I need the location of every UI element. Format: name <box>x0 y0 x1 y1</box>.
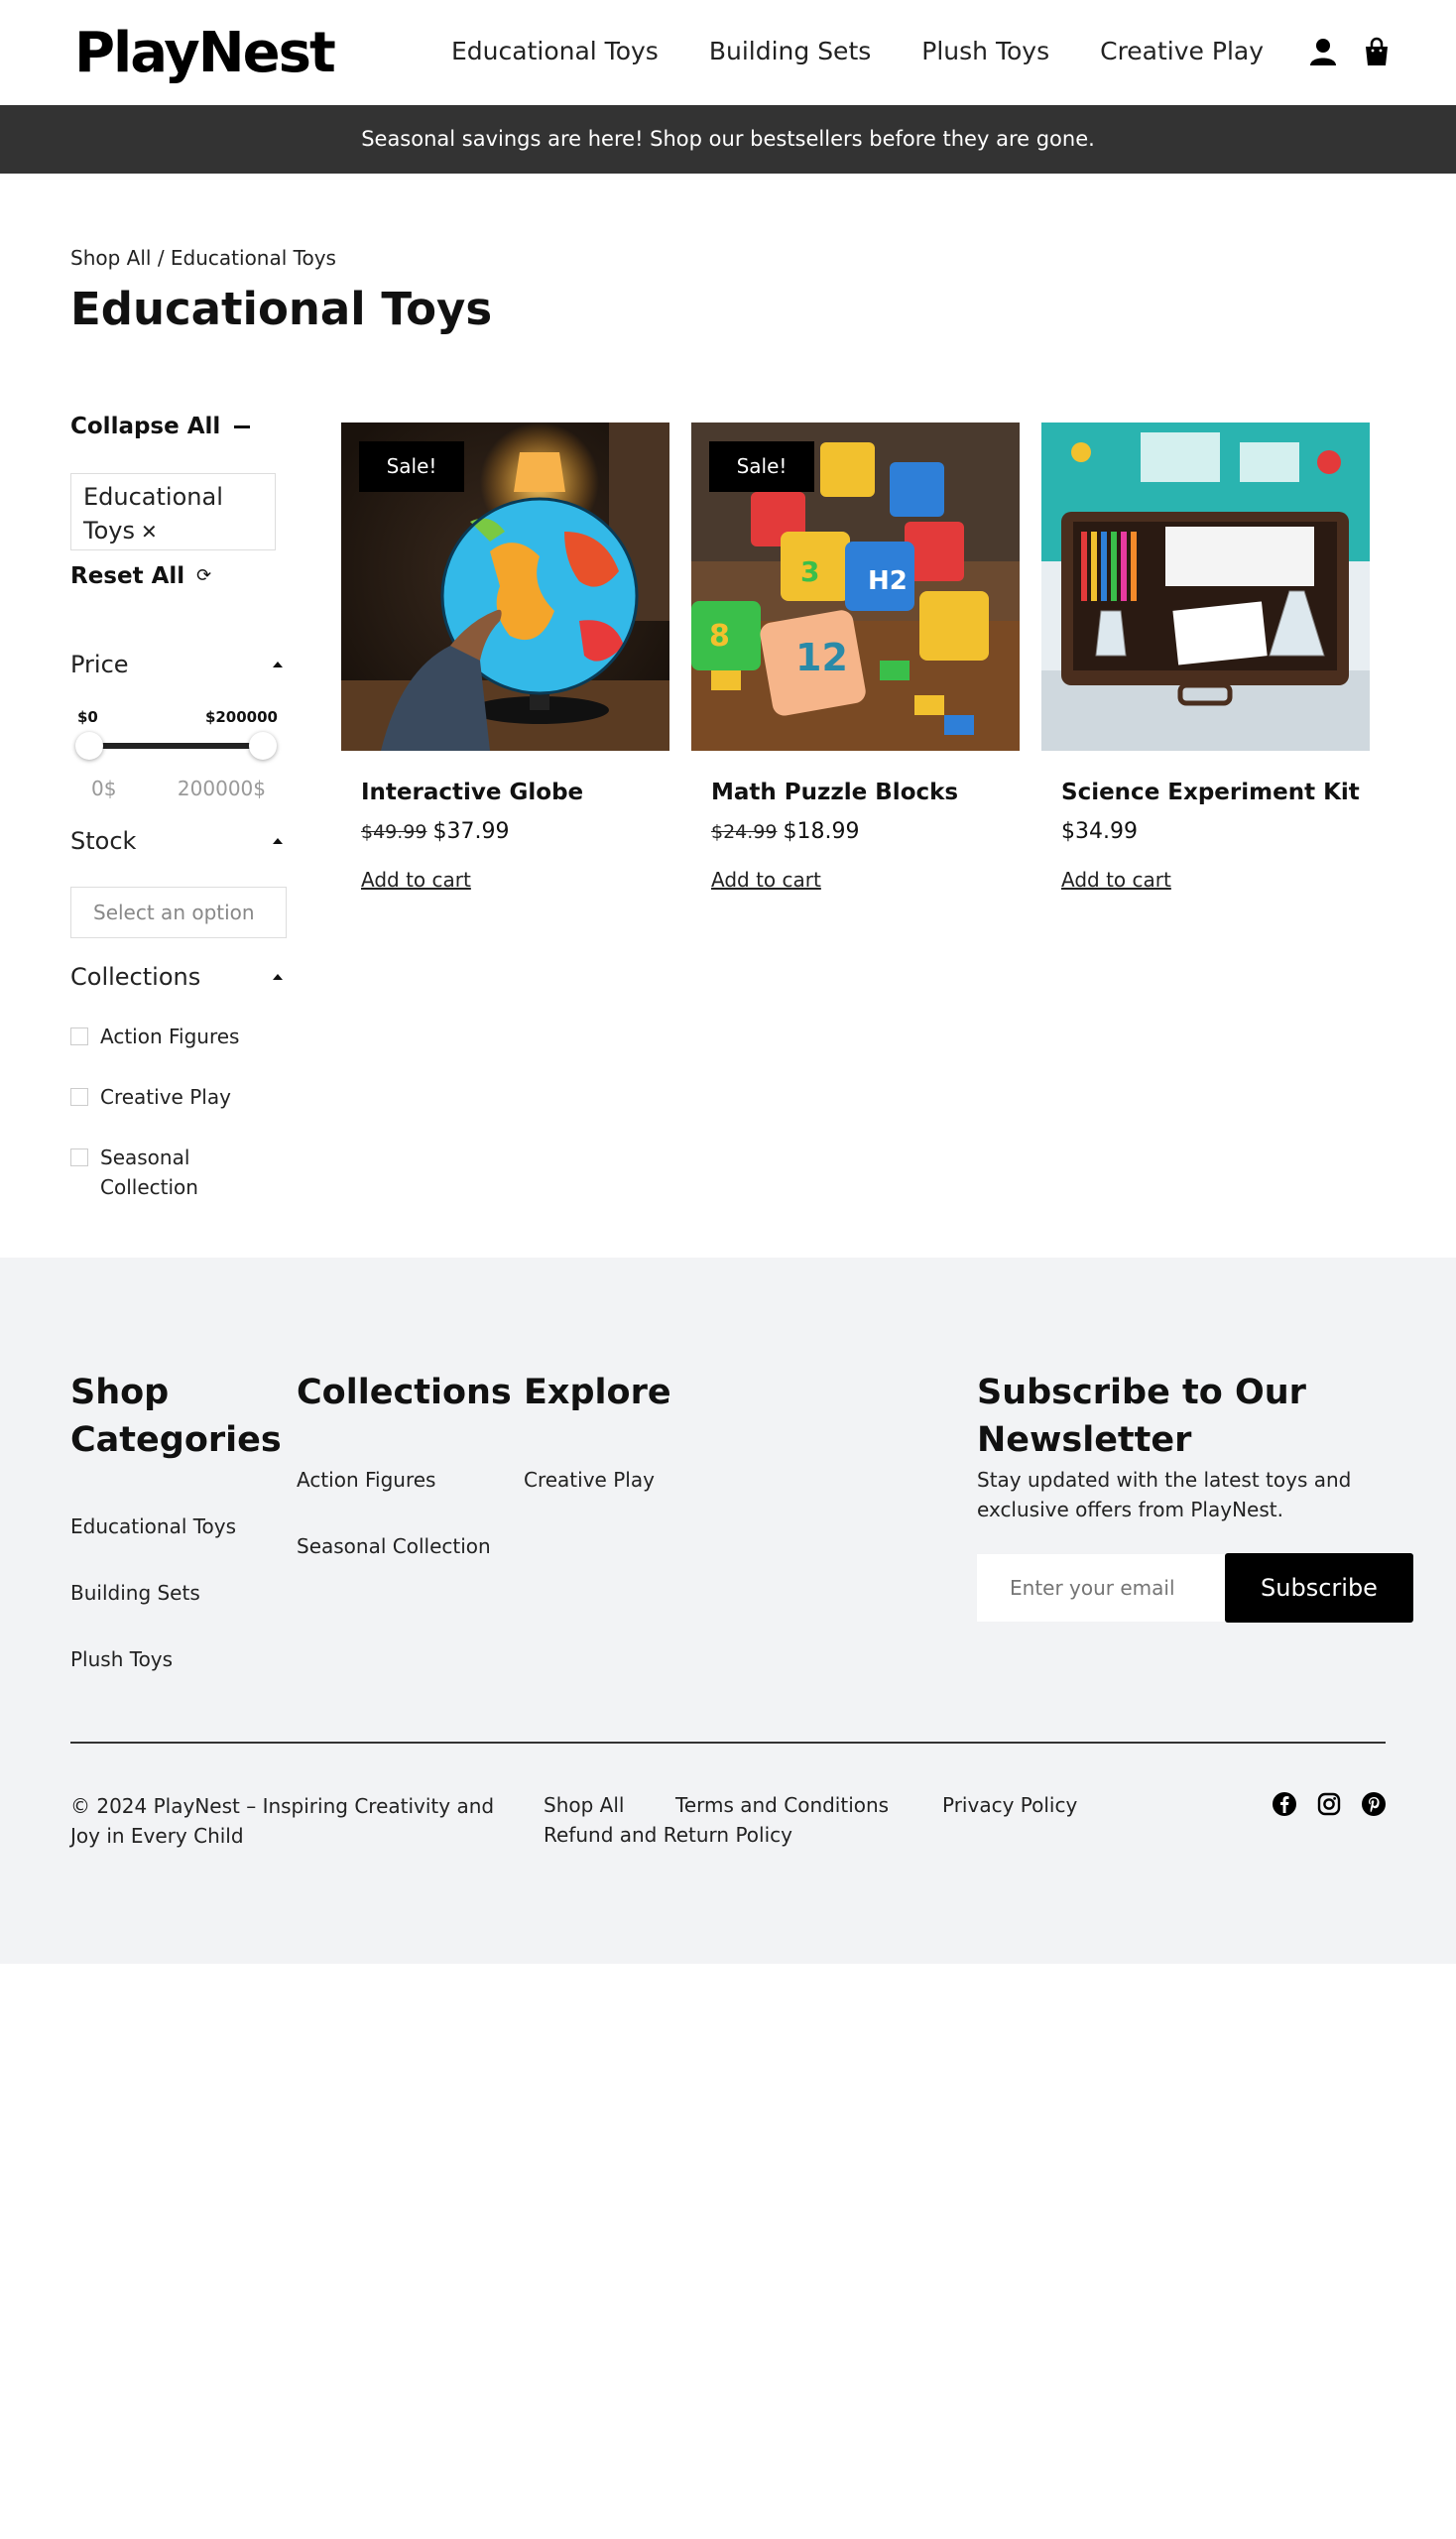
product-image-science-kit[interactable] <box>1041 423 1370 751</box>
product-price: $34.99 <box>1061 817 1138 847</box>
site-header: PlayNest Educational Toys Building Sets … <box>0 0 1456 105</box>
reset-all-label: Reset All <box>70 563 185 589</box>
footer-link-seasonal-collection[interactable]: Seasonal Collection <box>297 1532 491 1560</box>
price-min-label: $0 <box>77 708 98 726</box>
collections-filter-toggle[interactable]: Collections <box>70 960 285 994</box>
checkbox[interactable] <box>70 1149 88 1166</box>
add-to-cart-link[interactable]: Add to cart <box>711 866 821 894</box>
active-filter-chip: Educational Toys ✕ <box>70 473 276 550</box>
product-card: 12 3 H2 8 Sale! Math Puzzle Blocks $24.9… <box>691 423 1020 892</box>
newsletter-heading: Subscribe to Our Newsletter <box>977 1373 1306 1460</box>
logo[interactable]: PlayNest <box>74 22 336 85</box>
price-range-labels: $0 $200000 <box>77 706 278 728</box>
price-filter-toggle[interactable]: Price <box>70 648 285 681</box>
footer-link-shop-all[interactable]: Shop All <box>544 1791 624 1819</box>
product-title[interactable]: Science Experiment Kit <box>1061 777 1360 808</box>
footer-heading-collections: Collections <box>297 1373 512 1412</box>
stock-select[interactable]: Select an option <box>70 887 287 938</box>
nav-plush-toys[interactable]: Plush Toys <box>921 34 1049 69</box>
product-image-blocks[interactable]: 12 3 H2 8 Sale! <box>691 423 1020 751</box>
original-price: $49.99 <box>361 821 427 843</box>
stock-filter-label: Stock <box>70 827 137 855</box>
svg-text:H2: H2 <box>868 566 908 596</box>
copyright-text: © 2024 PlayNest – Inspiring Creativity a… <box>70 1794 495 1848</box>
footer-link-educational-toys[interactable]: Educational Toys <box>70 1512 236 1540</box>
checkbox[interactable] <box>70 1028 88 1045</box>
product-image-globe[interactable]: Sale! <box>341 423 669 751</box>
sale-badge: Sale! <box>359 441 464 492</box>
footer-link-action-figures[interactable]: Action Figures <box>297 1466 435 1494</box>
refresh-icon: ⟳ <box>196 565 212 586</box>
facebook-icon[interactable] <box>1272 1791 1297 1817</box>
science-kit-image <box>1041 423 1370 751</box>
pinterest-icon[interactable] <box>1361 1791 1387 1817</box>
product-card: Sale! Interactive Globe $49.99 $37.99 Add… <box>341 423 669 892</box>
product-card: Science Experiment Kit $34.99 Add to car… <box>1041 423 1370 892</box>
collapse-all-button[interactable]: Collapse All <box>70 411 251 442</box>
footer-link-creative-play[interactable]: Creative Play <box>524 1466 655 1494</box>
add-to-cart-link[interactable]: Add to cart <box>361 866 471 894</box>
svg-text:8: 8 <box>709 619 730 654</box>
footer-heading-explore: Explore <box>524 1373 671 1412</box>
svg-text:12: 12 <box>795 636 848 679</box>
product-title[interactable]: Math Puzzle Blocks <box>711 777 958 808</box>
user-icon[interactable] <box>1307 36 1339 67</box>
sale-price: $18.99 <box>783 819 860 844</box>
checkbox-label: Action Figures <box>100 1025 240 1048</box>
main-nav: Educational Toys Building Sets Plush Toy… <box>451 34 1314 69</box>
breadcrumb[interactable]: Shop All / Educational Toys <box>70 244 336 272</box>
footer-divider <box>70 1742 1386 1744</box>
price-max-label: $200000 <box>204 708 278 726</box>
product-title[interactable]: Interactive Globe <box>361 777 583 808</box>
footer-link-refund-policy[interactable]: Refund and Return Policy <box>544 1821 792 1849</box>
nav-creative-play[interactable]: Creative Play <box>1100 34 1264 69</box>
collection-checkbox-action-figures[interactable]: Action Figures <box>70 1022 239 1051</box>
announcement-bar: Seasonal savings are here! Shop our best… <box>0 105 1456 174</box>
sale-price: $37.99 <box>432 819 510 844</box>
footer-heading-shop-categories: Shop Categories <box>70 1373 282 1460</box>
price-slider-max-handle[interactable] <box>249 732 277 760</box>
footer-link-plush-toys[interactable]: Plush Toys <box>70 1645 173 1673</box>
footer-link-building-sets[interactable]: Building Sets <box>70 1579 200 1607</box>
footer-link-terms[interactable]: Terms and Conditions <box>675 1791 889 1819</box>
stock-filter-toggle[interactable]: Stock <box>70 824 285 858</box>
nav-educational-toys[interactable]: Educational Toys <box>451 34 659 69</box>
original-price: $24.99 <box>711 821 778 843</box>
price-slider-min-handle[interactable] <box>75 732 103 760</box>
product-price: $24.99 $18.99 <box>711 817 859 847</box>
caret-up-icon <box>273 974 283 980</box>
collapse-all-label: Collapse All <box>70 414 221 439</box>
price-min-value: 0$ <box>91 777 117 800</box>
sale-price: $34.99 <box>1061 819 1138 844</box>
price-slider-track[interactable] <box>89 743 264 749</box>
sale-badge: Sale! <box>709 441 814 492</box>
checkbox-label: Creative Play <box>100 1085 231 1109</box>
price-values: 0$ 200000$ <box>91 775 266 802</box>
caret-up-icon <box>273 838 283 844</box>
newsletter-description: Stay updated with the latest toys and ex… <box>977 1468 1352 1521</box>
footer-link-privacy[interactable]: Privacy Policy <box>942 1791 1077 1819</box>
subscribe-button[interactable]: Subscribe <box>1225 1553 1413 1623</box>
product-price: $49.99 $37.99 <box>361 817 509 847</box>
svg-text:3: 3 <box>800 555 819 588</box>
newsletter-email-input[interactable] <box>977 1554 1225 1622</box>
price-filter-label: Price <box>70 651 129 678</box>
shopping-bag-icon[interactable] <box>1361 36 1393 67</box>
minus-icon <box>234 424 251 428</box>
collection-checkbox-seasonal[interactable]: Seasonal Collection <box>70 1143 249 1202</box>
price-max-value: 200000$ <box>177 777 266 800</box>
nav-building-sets[interactable]: Building Sets <box>709 34 871 69</box>
checkbox-label: Seasonal Collection <box>100 1146 198 1199</box>
checkbox[interactable] <box>70 1088 88 1106</box>
reset-all-button[interactable]: Reset All ⟳ <box>70 560 211 592</box>
page-title: Educational Toys <box>70 283 493 335</box>
collection-checkbox-creative-play[interactable]: Creative Play <box>70 1082 231 1112</box>
add-to-cart-link[interactable]: Add to cart <box>1061 866 1171 894</box>
caret-up-icon <box>273 662 283 667</box>
instagram-icon[interactable] <box>1316 1791 1342 1817</box>
collections-filter-label: Collections <box>70 963 201 991</box>
remove-filter-icon[interactable]: ✕ <box>141 520 158 544</box>
